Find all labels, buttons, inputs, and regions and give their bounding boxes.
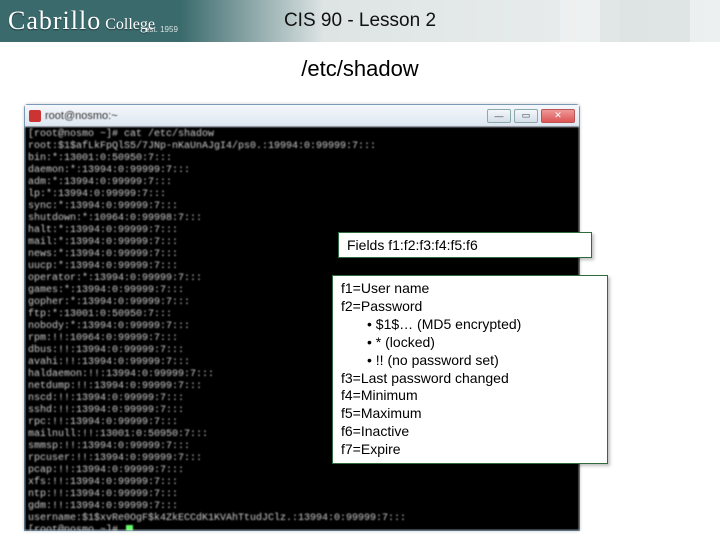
legend-bullet-md5: $1$… (MD5 encrypted) bbox=[341, 316, 599, 334]
terminal-icon bbox=[29, 110, 41, 122]
legend-f6: f6=Inactive bbox=[341, 423, 409, 439]
maximize-button[interactable]: ▭ bbox=[514, 109, 538, 123]
college-logo: Cabrillo College est. 1959 bbox=[0, 6, 178, 36]
header-banner: Cabrillo College est. 1959 CIS 90 - Less… bbox=[0, 0, 720, 42]
logo-established: est. 1959 bbox=[145, 25, 178, 34]
close-button[interactable]: ✕ bbox=[541, 109, 575, 123]
legend-f5: f5=Maximum bbox=[341, 405, 422, 421]
legend-f1: f1=User name bbox=[341, 280, 429, 296]
terminal-title: root@nosmo:~ bbox=[45, 110, 118, 122]
terminal-titlebar: root@nosmo:~ — ▭ ✕ bbox=[25, 105, 579, 127]
legend-callout: f1=User name f2=Password $1$… (MD5 encry… bbox=[332, 275, 608, 464]
legend-bullet-locked: * (locked) bbox=[341, 334, 599, 352]
legend-f7: f7=Expire bbox=[341, 441, 401, 457]
logo-main-text: Cabrillo bbox=[8, 6, 101, 36]
legend-f2: f2=Password bbox=[341, 298, 422, 314]
minimize-button[interactable]: — bbox=[487, 109, 511, 123]
legend-bullet-nopass: !! (no password set) bbox=[341, 352, 599, 370]
slide-subtitle: /etc/shadow bbox=[0, 56, 720, 82]
fields-callout-text: Fields f1:f2:f3:f4:f5:f6 bbox=[347, 237, 478, 253]
legend-f4: f4=Minimum bbox=[341, 387, 418, 403]
legend-f3: f3=Last password changed bbox=[341, 370, 509, 386]
fields-callout: Fields f1:f2:f3:f4:f5:f6 bbox=[338, 232, 592, 258]
